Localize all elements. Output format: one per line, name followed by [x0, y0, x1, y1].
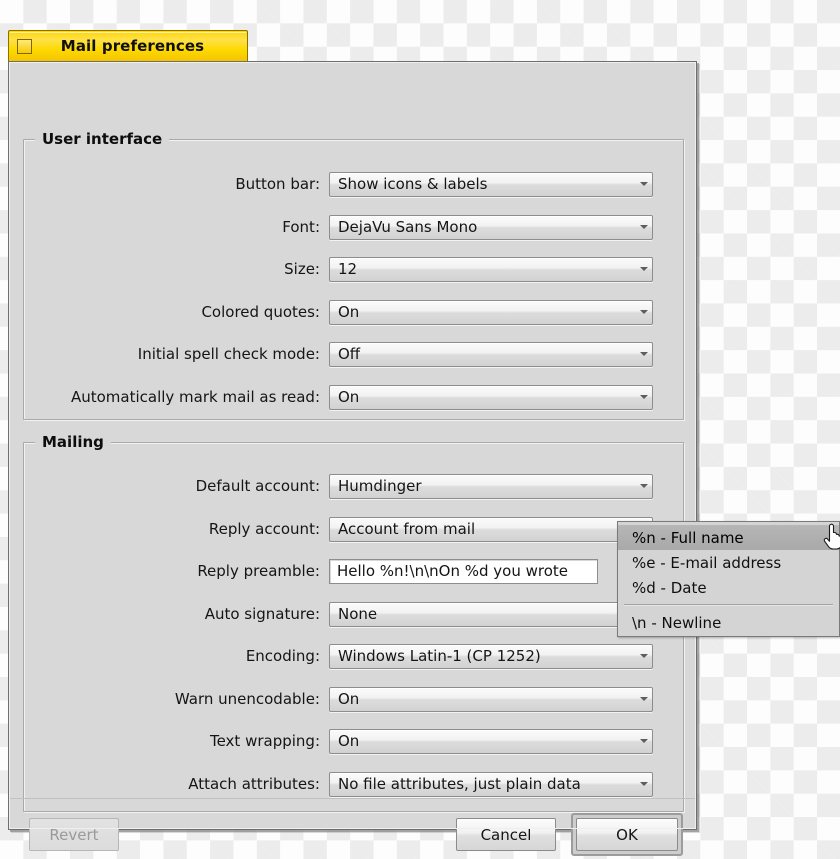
label-text-wrapping: Text wrapping:	[209, 732, 320, 750]
row-button-bar: Button bar: Show icons & labels	[23, 171, 670, 197]
dropdown-font[interactable]: DejaVu Sans Mono	[329, 214, 653, 240]
revert-button[interactable]: Revert	[29, 818, 119, 851]
chevron-down-icon	[636, 216, 652, 239]
window-titlebar[interactable]: Mail preferences	[8, 30, 248, 61]
reply-preamble-input[interactable]: Hello %n!\n\nOn %d you wrote	[329, 558, 598, 584]
dropdown-automatically-mark-mail-as-read[interactable]: On	[329, 384, 653, 410]
label-initial-spell-check-mode: Initial spell check mode:	[137, 345, 320, 363]
chevron-down-icon	[636, 688, 652, 711]
row-font: Font: DejaVu Sans Mono	[23, 214, 670, 240]
window-zoom-square-icon[interactable]	[17, 38, 32, 54]
row-auto-signature: Auto signature: None	[23, 601, 670, 627]
row-initial-spell-check-mode: Initial spell check mode: Off	[23, 341, 670, 367]
menu-item-email-address[interactable]: %e - E-mail address	[618, 550, 839, 575]
label-reply-account: Reply account:	[208, 520, 320, 538]
chevron-down-icon	[636, 386, 652, 409]
group-legend-user-interface: User interface	[35, 130, 170, 148]
menu-item-date[interactable]: %d - Date	[618, 575, 839, 600]
cancel-button[interactable]: Cancel	[456, 818, 556, 851]
label-reply-preamble: Reply preamble:	[197, 562, 320, 580]
row-warn-unencodable: Warn unencodable: On	[23, 686, 670, 712]
chevron-down-icon	[636, 258, 652, 281]
dropdown-text-wrapping-value: On	[338, 732, 360, 750]
chevron-down-icon	[636, 773, 652, 796]
label-auto-signature: Auto signature:	[204, 605, 320, 623]
row-automatically-mark-mail-as-read: Automatically mark mail as read: On	[23, 384, 670, 410]
dropdown-font-value: DejaVu Sans Mono	[338, 218, 478, 236]
row-encoding: Encoding: Windows Latin-1 (CP 1252)	[23, 643, 670, 669]
footer-divider	[10, 798, 695, 799]
row-colored-quotes: Colored quotes: On	[23, 299, 670, 325]
label-colored-quotes: Colored quotes:	[201, 303, 320, 321]
row-text-wrapping: Text wrapping: On	[23, 728, 670, 754]
menu-item-full-name[interactable]: %n - Full name	[618, 525, 839, 550]
dropdown-default-account[interactable]: Humdinger	[329, 473, 653, 499]
dropdown-encoding[interactable]: Windows Latin-1 (CP 1252)	[329, 643, 653, 669]
dropdown-attach-attributes[interactable]: No file attributes, just plain data	[329, 771, 653, 797]
token-popup-menu: %n - Full name %e - E-mail address %d - …	[617, 521, 840, 637]
dropdown-warn-unencodable-value: On	[338, 690, 360, 708]
dropdown-colored-quotes[interactable]: On	[329, 299, 653, 325]
label-encoding: Encoding:	[245, 647, 320, 665]
window-body: User interface Button bar: Show icons & …	[8, 61, 697, 856]
dropdown-colored-quotes-value: On	[338, 303, 360, 321]
row-reply-account: Reply account: Account from mail	[23, 516, 670, 542]
dropdown-warn-unencodable[interactable]: On	[329, 686, 653, 712]
dropdown-initial-spell-check-mode[interactable]: Off	[329, 341, 653, 367]
dropdown-encoding-value: Windows Latin-1 (CP 1252)	[338, 647, 541, 665]
mail-preferences-window: Mail preferences User interface Button b…	[8, 30, 697, 856]
dropdown-button-bar[interactable]: Show icons & labels	[329, 171, 653, 197]
menu-item-newline[interactable]: \n - Newline	[618, 610, 839, 635]
row-default-account: Default account: Humdinger	[23, 473, 670, 499]
group-legend-mailing: Mailing	[35, 433, 111, 451]
titlebar-highlight	[10, 32, 246, 33]
window-title: Mail preferences	[60, 37, 205, 55]
dropdown-text-wrapping[interactable]: On	[329, 728, 653, 754]
label-automatically-mark-mail-as-read: Automatically mark mail as read:	[70, 388, 320, 406]
ok-button[interactable]: OK	[576, 818, 678, 851]
dropdown-button-bar-value: Show icons & labels	[338, 175, 488, 193]
dropdown-automatically-mark-mail-as-read-value: On	[338, 388, 360, 406]
label-size: Size:	[284, 260, 320, 278]
chevron-down-icon	[636, 645, 652, 668]
label-warn-unencodable: Warn unencodable:	[174, 690, 320, 708]
row-attach-attributes: Attach attributes: No file attributes, j…	[23, 771, 670, 797]
dropdown-default-account-value: Humdinger	[338, 477, 422, 495]
reply-preamble-value: Hello %n!\n\nOn %d you wrote	[337, 562, 569, 580]
dropdown-reply-account-value: Account from mail	[338, 520, 476, 538]
label-font: Font:	[282, 218, 320, 236]
dropdown-attach-attributes-value: No file attributes, just plain data	[338, 775, 581, 793]
dropdown-initial-spell-check-mode-value: Off	[338, 345, 361, 363]
label-attach-attributes: Attach attributes:	[188, 775, 320, 793]
label-button-bar: Button bar:	[235, 175, 320, 193]
dropdown-auto-signature-value: None	[338, 605, 378, 623]
dropdown-auto-signature[interactable]: None	[329, 601, 653, 627]
chevron-down-icon	[636, 173, 652, 196]
dropdown-reply-account[interactable]: Account from mail	[329, 516, 653, 542]
label-default-account: Default account:	[195, 477, 320, 495]
dropdown-size[interactable]: 12	[329, 256, 653, 282]
chevron-down-icon	[636, 343, 652, 366]
chevron-down-icon	[636, 301, 652, 324]
row-size: Size: 12	[23, 256, 670, 282]
menu-separator	[624, 604, 833, 606]
dropdown-size-value: 12	[338, 260, 358, 278]
chevron-down-icon	[636, 475, 652, 498]
row-reply-preamble: Reply preamble: Hello %n!\n\nOn %d you w…	[23, 558, 670, 584]
chevron-down-icon	[636, 730, 652, 753]
